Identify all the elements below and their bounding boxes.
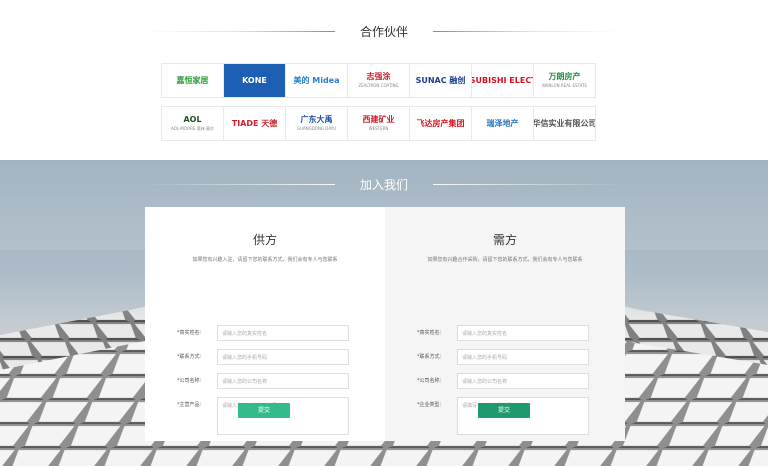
partner-logo-text: 嘉恒家居 (176, 75, 209, 85)
partner-logo-subtext: AOL-MOORE 奥林·莫尔 (170, 125, 214, 131)
demand-contact-label: *联系方式： (417, 354, 445, 360)
partner-logo-midea[interactable]: 美的 Midea (285, 63, 348, 98)
partner-logo-text: KONE (242, 75, 267, 85)
supply-form-panel: 供方 如果您有兴趣入驻，请留下您的联系方式，我们会有专人与您联系 *真实姓名： … (145, 207, 385, 441)
title-divider-left (145, 184, 335, 185)
supply-product-label: *主营产品： (177, 402, 205, 408)
partners-title-row: 合作伙伴 (0, 22, 768, 42)
supply-heading: 供方 (252, 233, 277, 247)
partner-logo-aol[interactable]: AOL AOL-MOORE 奥林·莫尔 (161, 106, 224, 141)
demand-company-label: *公司名称： (417, 378, 445, 384)
supply-submit-button[interactable]: 提交 (238, 403, 290, 418)
demand-form-panel: 需方 如果您有兴趣合作采购，请留下您的联系方式，我们会有专人与您联系 *真实姓名… (385, 207, 625, 441)
supply-name-input[interactable]: 请输入您的真实姓名 (217, 325, 349, 341)
title-divider-left (145, 31, 335, 32)
partner-logo-wanlang[interactable]: 万朗房产 WANLON REAL ESTATE (533, 63, 596, 98)
partner-logo-text: 飞达房产集团 (416, 118, 465, 128)
partner-logo-text: 美的 Midea (293, 75, 340, 85)
title-divider-right (433, 31, 623, 32)
partner-logo-subtext: WESTERN (368, 126, 389, 131)
partner-logo-sunac[interactable]: SUNAC 融创 (409, 63, 472, 98)
demand-company-input[interactable]: 请输入您的公司名称 (457, 373, 589, 389)
partner-logo-text: 瑞泽地产 (486, 118, 519, 128)
partner-logos-row-1: 嘉恒家居 KONE 美的 Midea 志强涂 ZEALTRON COATING SUNAC… (161, 63, 596, 98)
join-us-section: 加入我们 供方 如果您有兴趣入驻，请留下您的联系方式，我们会有专人与您联系 *真… (0, 160, 768, 466)
supply-description: 如果您有兴趣入驻，请留下您的联系方式，我们会有专人与您联系 (192, 257, 338, 263)
supply-contact-label: *联系方式： (177, 354, 205, 360)
join-title: 加入我们 (359, 178, 408, 192)
supply-name-label: *真实姓名： (177, 330, 205, 336)
demand-submit-button[interactable]: 提交 (478, 403, 530, 418)
demand-name-label: *真实姓名： (417, 330, 445, 336)
partner-logo-subtext: ZEALTRON COATING (358, 83, 399, 88)
demand-name-input[interactable]: 请输入您的真实姓名 (457, 325, 589, 341)
partner-logos-row-2: AOL AOL-MOORE 奥林·莫尔 TIADE 天德 广东大禹 GUANGDONG … (161, 106, 596, 141)
partner-logo-guangdong-dayu[interactable]: 广东大禹 GUANGDONG DAYU (285, 106, 348, 141)
partner-logo-tiande[interactable]: TIADE 天德 (223, 106, 286, 141)
partner-logo-mitsubishi[interactable]: MITSUBISHI ELECTRIC (471, 63, 534, 98)
partner-logo-text: TIADE 天德 (231, 118, 278, 128)
partner-logo-text: 广东大禹 (300, 115, 333, 124)
partner-logo-text: 西建矿业 (362, 115, 395, 124)
partner-logo-subtext: WANLON REAL ESTATE (541, 83, 588, 88)
partner-logo-subtext: GUANGDONG DAYU (296, 126, 337, 131)
partner-logo-text: 万朗房产 (548, 72, 581, 81)
partner-logo-text: MITSUBISHI ELECTRIC (472, 75, 533, 85)
partner-logo-huaxin[interactable]: 华信实业有限公司 (533, 106, 596, 141)
join-title-row: 加入我们 (0, 175, 768, 195)
partner-logo-ruize[interactable]: 瑞泽地产 (471, 106, 534, 141)
partner-logo-text: SUNAC 融创 (415, 75, 466, 85)
demand-type-label: *企业类型： (417, 402, 445, 408)
partner-logo-kone[interactable]: KONE (223, 63, 286, 98)
supply-company-label: *公司名称： (177, 378, 205, 384)
partner-logo-text: 华信实业有限公司 (533, 118, 596, 128)
partner-logo-feida[interactable]: 飞达房产集团 (409, 106, 472, 141)
supply-contact-input[interactable]: 请输入您的手机号码 (217, 349, 349, 365)
partner-logo-text: AOL (183, 114, 202, 124)
partners-title: 合作伙伴 (359, 25, 408, 39)
demand-description: 如果您有兴趣合作采购，请留下您的联系方式，我们会有专人与您联系 (427, 257, 583, 263)
demand-heading: 需方 (492, 233, 517, 247)
partner-logo-text: 志强涂 (366, 72, 391, 81)
title-divider-right (433, 184, 623, 185)
supply-company-input[interactable]: 请输入您的公司名称 (217, 373, 349, 389)
partner-logo-zhiqiangtu[interactable]: 志强涂 ZEALTRON COATING (347, 63, 410, 98)
partner-logo-xijian[interactable]: 西建矿业 WESTERN (347, 106, 410, 141)
demand-contact-input[interactable]: 请输入您的手机号码 (457, 349, 589, 365)
partners-section: 合作伙伴 嘉恒家居 KONE 美的 Midea 志强涂 ZEALTRON COATING… (0, 0, 768, 160)
partner-logo-jiaheng[interactable]: 嘉恒家居 (161, 63, 224, 98)
